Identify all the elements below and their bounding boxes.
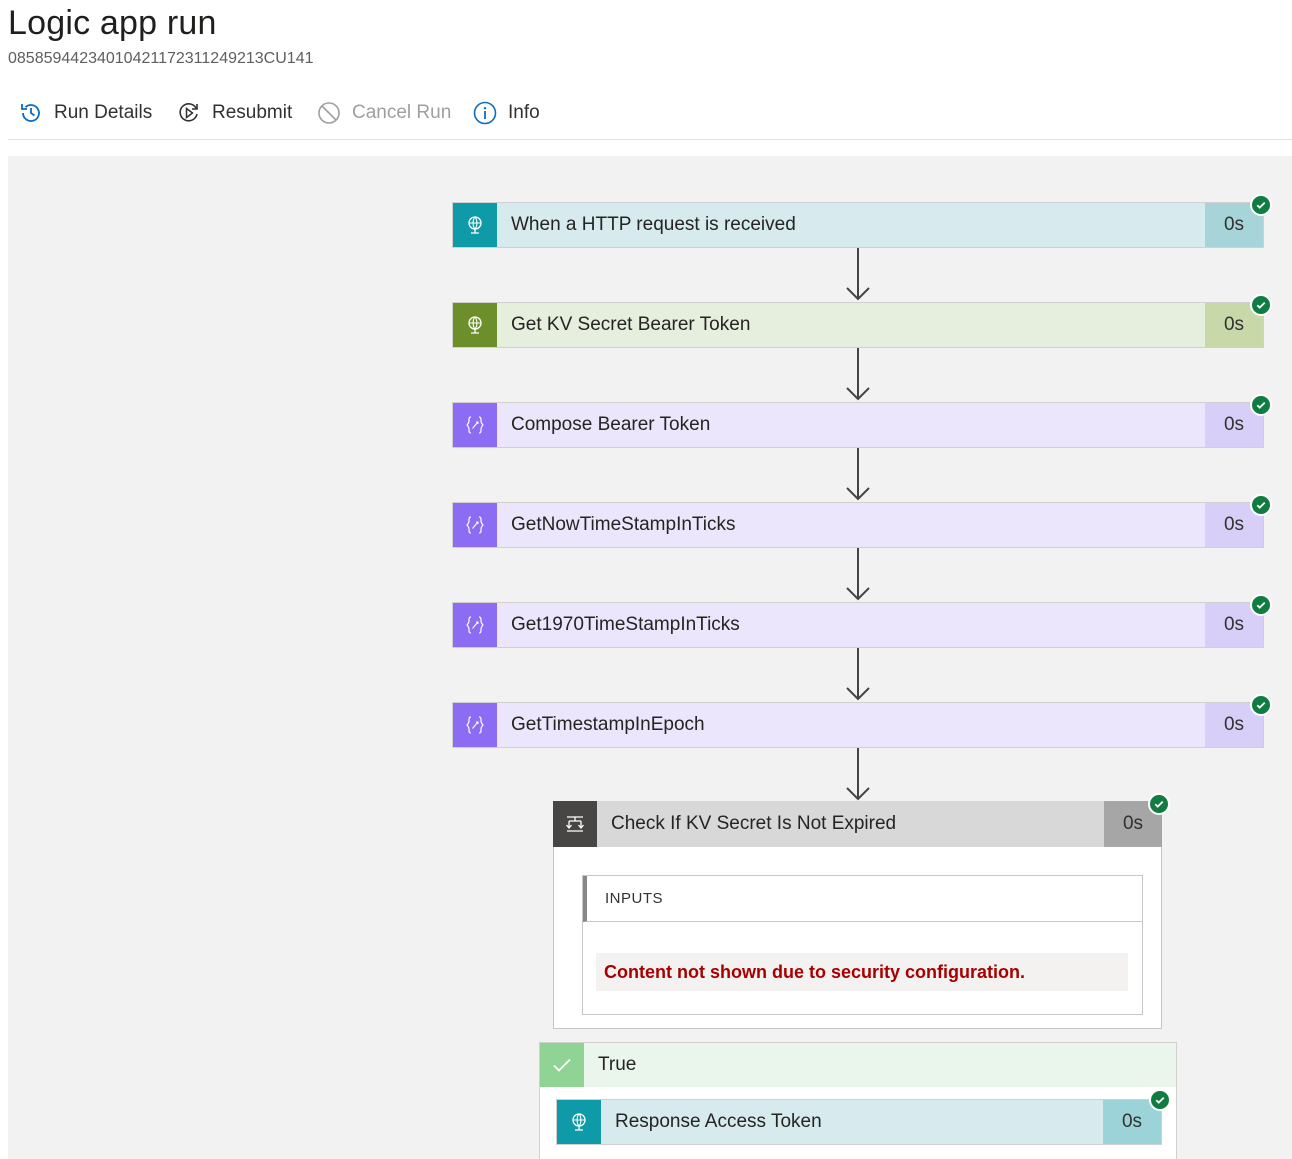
flow-arrow <box>846 348 870 401</box>
cancel-run-label: Cancel Run <box>352 102 452 123</box>
success-check-icon <box>1250 694 1272 716</box>
step-http-request[interactable]: When a HTTP request is received 0s <box>452 202 1264 248</box>
success-check-icon <box>1148 793 1170 815</box>
true-branch-label: True <box>598 1054 637 1075</box>
step-get-now-timestamp[interactable]: GetNowTimeStampInTicks 0s <box>452 502 1264 548</box>
compose-braces-icon <box>453 703 497 747</box>
resubmit-icon <box>179 103 198 122</box>
step-label: Compose Bearer Token <box>511 414 711 435</box>
success-check-icon <box>1250 294 1272 316</box>
step-get-1970-timestamp[interactable]: Get1970TimeStampInTicks 0s <box>452 602 1264 648</box>
security-message: Content not shown due to security config… <box>596 953 1128 991</box>
condition-block: Check If KV Secret Is Not Expired 0s INP… <box>553 801 1162 1029</box>
step-compose-bearer-token[interactable]: Compose Bearer Token 0s <box>452 402 1264 448</box>
info-label: Info <box>508 102 540 123</box>
step-label: GetNowTimeStampInTicks <box>511 514 736 535</box>
resubmit-label: Resubmit <box>212 102 293 123</box>
flow-arrow <box>846 448 870 501</box>
step-response-access-token[interactable]: Response Access Token 0s <box>556 1099 1162 1145</box>
flow-arrow <box>846 648 870 701</box>
run-details-button[interactable]: Run Details <box>18 98 152 128</box>
http-globe-icon <box>453 203 497 247</box>
step-label: GetTimestampInEpoch <box>511 714 705 735</box>
step-label: When a HTTP request is received <box>511 214 796 235</box>
condition-icon <box>553 801 597 847</box>
compose-braces-icon <box>453 603 497 647</box>
condition-label: Check If KV Secret Is Not Expired <box>611 813 897 834</box>
success-check-icon <box>1149 1089 1171 1111</box>
success-check-icon <box>1250 194 1272 216</box>
step-label: Get1970TimeStampInTicks <box>511 614 740 635</box>
condition-header[interactable]: Check If KV Secret Is Not Expired 0s <box>553 801 1162 847</box>
step-get-kv-secret[interactable]: Get KV Secret Bearer Token 0s <box>452 302 1264 348</box>
compose-braces-icon <box>453 503 497 547</box>
cancel-run-button[interactable]: Cancel Run <box>316 98 451 128</box>
toolbar: Run Details Resubmit Cancel Run Info <box>8 90 1292 140</box>
success-check-icon <box>1250 494 1272 516</box>
step-label: Get KV Secret Bearer Token <box>511 314 751 335</box>
history-icon <box>21 104 40 122</box>
flow-arrow <box>846 248 870 301</box>
step-label: Response Access Token <box>615 1111 822 1132</box>
cancel-icon <box>318 102 340 124</box>
info-icon <box>473 101 497 125</box>
resubmit-button[interactable]: Resubmit <box>176 98 292 128</box>
flow-arrow <box>846 548 870 601</box>
success-check-icon <box>1250 594 1272 616</box>
run-details-label: Run Details <box>54 102 153 123</box>
success-check-icon <box>1250 394 1272 416</box>
response-globe-icon <box>557 1100 601 1144</box>
step-get-timestamp-epoch[interactable]: GetTimestampInEpoch 0s <box>452 702 1264 748</box>
page-title: Logic app run <box>8 4 217 42</box>
true-branch-header[interactable]: True <box>540 1043 1176 1087</box>
run-id: 08585944234010421172311249213CU141 <box>8 50 314 67</box>
checkmark-icon <box>540 1043 584 1087</box>
inputs-heading: INPUTS <box>583 876 1142 922</box>
compose-braces-icon <box>453 403 497 447</box>
info-button[interactable]: Info <box>472 98 540 128</box>
true-branch: True Response Access Token 0s <box>539 1042 1177 1159</box>
inputs-panel: INPUTS Content not shown due to security… <box>582 875 1143 1015</box>
keyvault-globe-icon <box>453 303 497 347</box>
flow-arrow <box>846 748 870 801</box>
